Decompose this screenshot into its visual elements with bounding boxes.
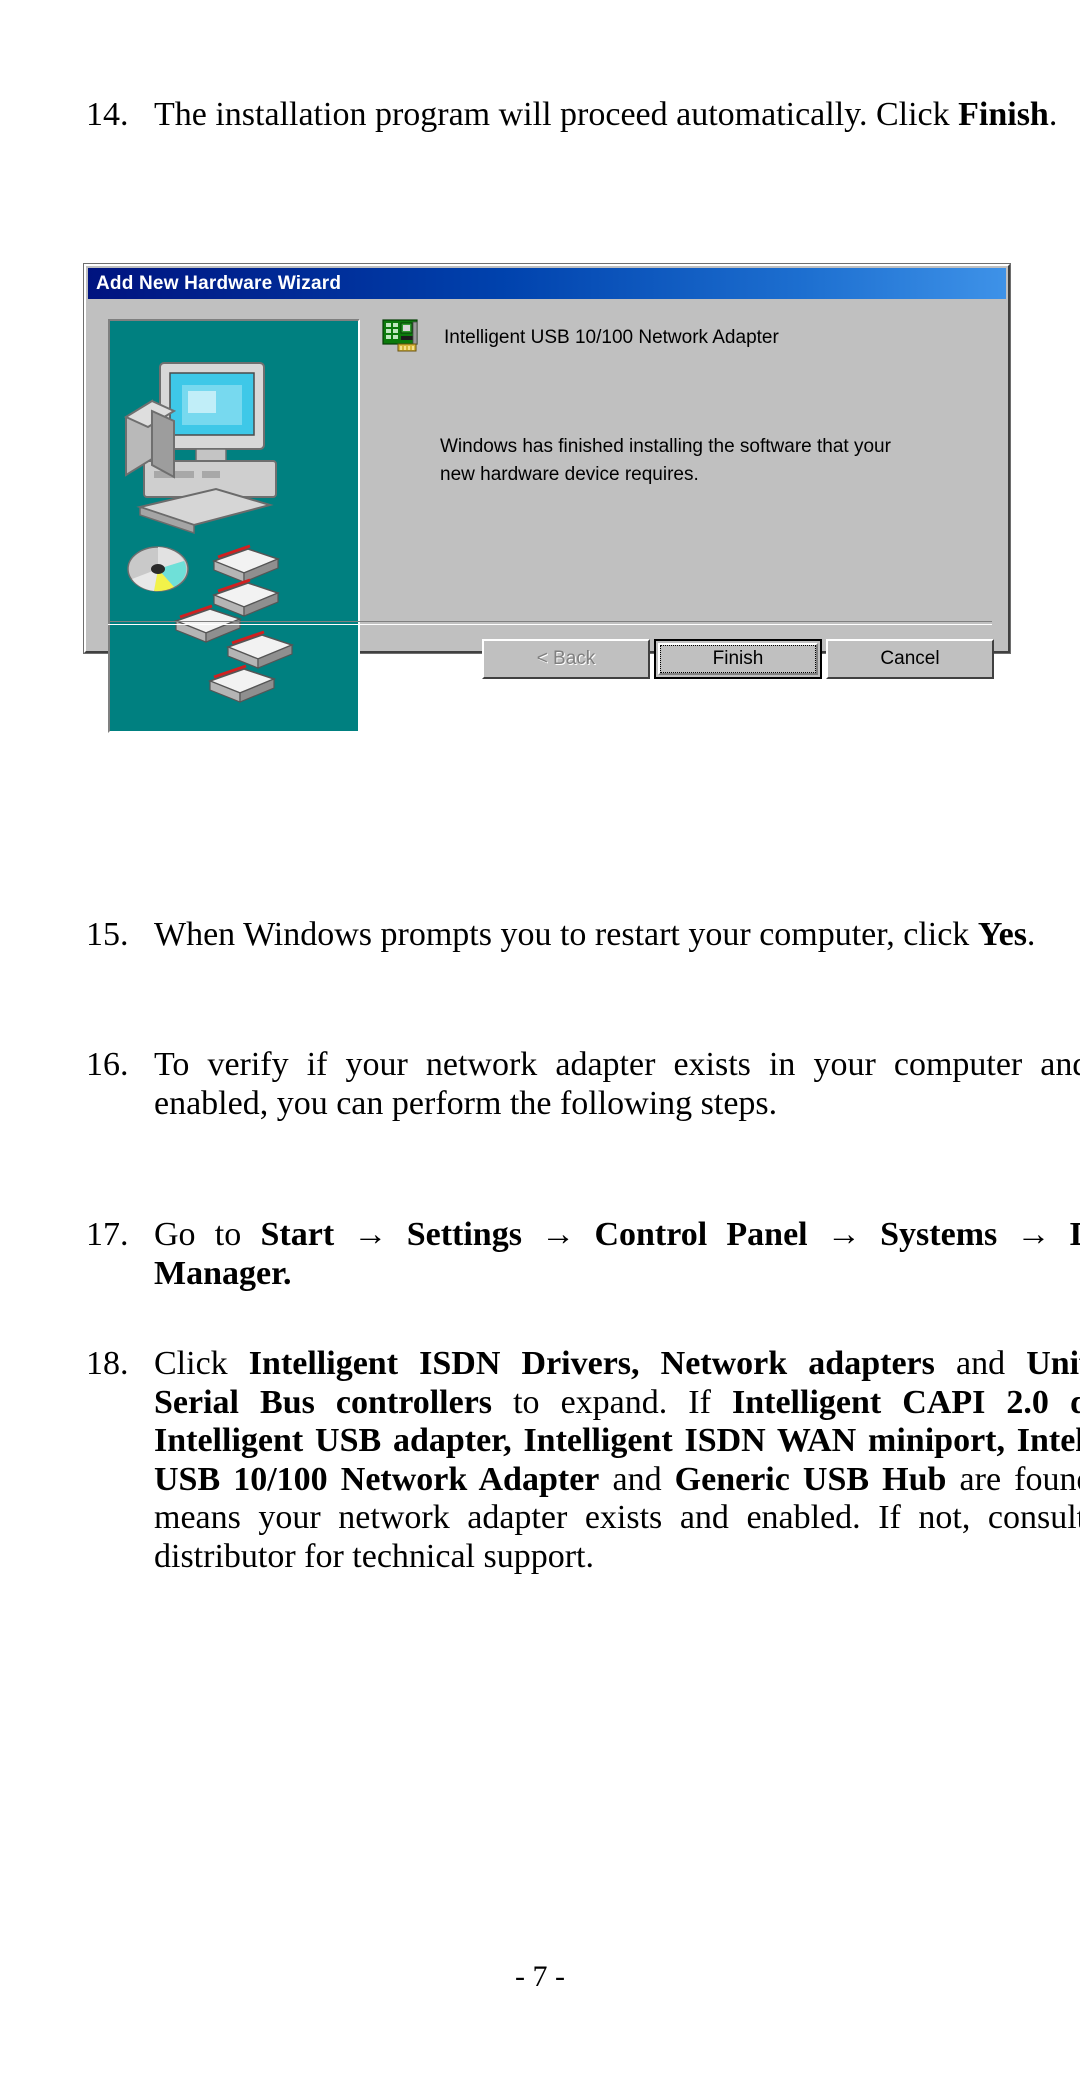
- instruction-item-15: 15. When Windows prompts you to restart …: [86, 916, 1080, 955]
- item-text: The installation program will proceed au…: [154, 96, 1080, 135]
- instruction-item-16: 16. To verify if your network adapter ex…: [86, 1046, 1080, 1123]
- item-18-b1: Intelligent ISDN Drivers, Network adapte…: [248, 1345, 935, 1382]
- arrow-right-icon-3: →: [807, 1216, 881, 1253]
- add-new-hardware-wizard-dialog: Add New Hardware Wizard Intelligent USB …: [84, 264, 1010, 733]
- instruction-item-14: 14. The installation program will procee…: [86, 96, 1080, 135]
- item-15-text-after: .: [1026, 916, 1036, 953]
- item-number: 14.: [86, 96, 129, 133]
- item-17-start: Start: [260, 1216, 335, 1253]
- item-text: Click Intelligent ISDN Drivers, Network …: [154, 1345, 1080, 1576]
- item-number: 16.: [86, 1046, 129, 1083]
- chip-icon-1: [211, 544, 281, 583]
- arrow-right-icon-1: →: [334, 1216, 407, 1253]
- dialog-message: Windows has finished installing the soft…: [440, 436, 891, 485]
- dialog-button-row: < Back Finish Cancel: [482, 639, 994, 679]
- item-14-text-before: The installation program will proceed au…: [154, 96, 959, 133]
- device-name-label: Intelligent USB 10/100 Network Adapter: [444, 327, 779, 348]
- dialog-content: Intelligent USB 10/100 Network Adapter W…: [382, 315, 992, 488]
- back-button[interactable]: < Back: [482, 639, 650, 679]
- finish-button-label: Finish: [712, 648, 764, 669]
- wizard-illustration-panel: [108, 319, 360, 733]
- dialog-body: Intelligent USB 10/100 Network Adapter W…: [86, 299, 1008, 733]
- cancel-button-label: Cancel: [880, 648, 940, 669]
- cd-disc-icon: [127, 546, 189, 592]
- item-18-t1: Click: [154, 1345, 249, 1382]
- item-text: Go to Start → Settings → Control Panel →…: [154, 1216, 1080, 1293]
- cancel-button[interactable]: Cancel: [826, 639, 994, 679]
- document-page: 14. The installation program will procee…: [0, 0, 1080, 2097]
- device-row: Intelligent USB 10/100 Network Adapter: [382, 315, 992, 361]
- computer-and-hardware-illustration: [123, 362, 295, 703]
- instruction-item-17: 17. Go to Start → Settings → Control Pan…: [86, 1216, 1080, 1293]
- arrow-right-icon-2: →: [521, 1216, 595, 1253]
- item-18-t2: and: [934, 1345, 1027, 1382]
- chip-icon-5: [207, 664, 277, 703]
- item-15-bold-yes: Yes: [977, 916, 1027, 953]
- back-button-label: < Back: [536, 648, 596, 669]
- item-number: 15.: [86, 916, 129, 953]
- item-17-control-panel: Control Panel: [594, 1216, 808, 1253]
- item-15-text-before: When Windows prompts you to restart your…: [154, 916, 978, 953]
- arrow-right-icon-4: →: [997, 1216, 1070, 1253]
- dialog-titlebar: Add New Hardware Wizard: [88, 268, 1006, 299]
- dialog-separator: [108, 621, 992, 625]
- item-number: 17.: [86, 1216, 129, 1253]
- chip-icon-2: [211, 578, 281, 617]
- item-14-text-after: .: [1048, 96, 1058, 133]
- item-text: To verify if your network adapter exists…: [154, 1046, 1080, 1122]
- item-17-prefix: Go to: [154, 1216, 261, 1253]
- item-18-t3: to expand. If: [492, 1383, 732, 1421]
- item-17-settings: Settings: [406, 1216, 522, 1253]
- item-14-bold-finish: Finish: [958, 96, 1049, 133]
- finish-button[interactable]: Finish: [654, 639, 822, 679]
- page-number: - 7 -: [515, 1960, 565, 1993]
- chip-icon-4: [225, 630, 295, 669]
- item-text: When Windows prompts you to restart your…: [154, 916, 1080, 955]
- instruction-item-18: 18. Click Intelligent ISDN Drivers, Netw…: [86, 1345, 1080, 1576]
- dialog-title: Add New Hardware Wizard: [96, 272, 342, 294]
- item-18-b4: Generic USB Hub: [674, 1460, 947, 1498]
- item-18-t4: and: [599, 1460, 675, 1498]
- page-footer: - 7 -: [0, 1960, 1080, 1994]
- item-17-systems: Systems: [880, 1216, 998, 1253]
- network-card-icon: [382, 318, 422, 358]
- item-number: 18.: [86, 1345, 129, 1382]
